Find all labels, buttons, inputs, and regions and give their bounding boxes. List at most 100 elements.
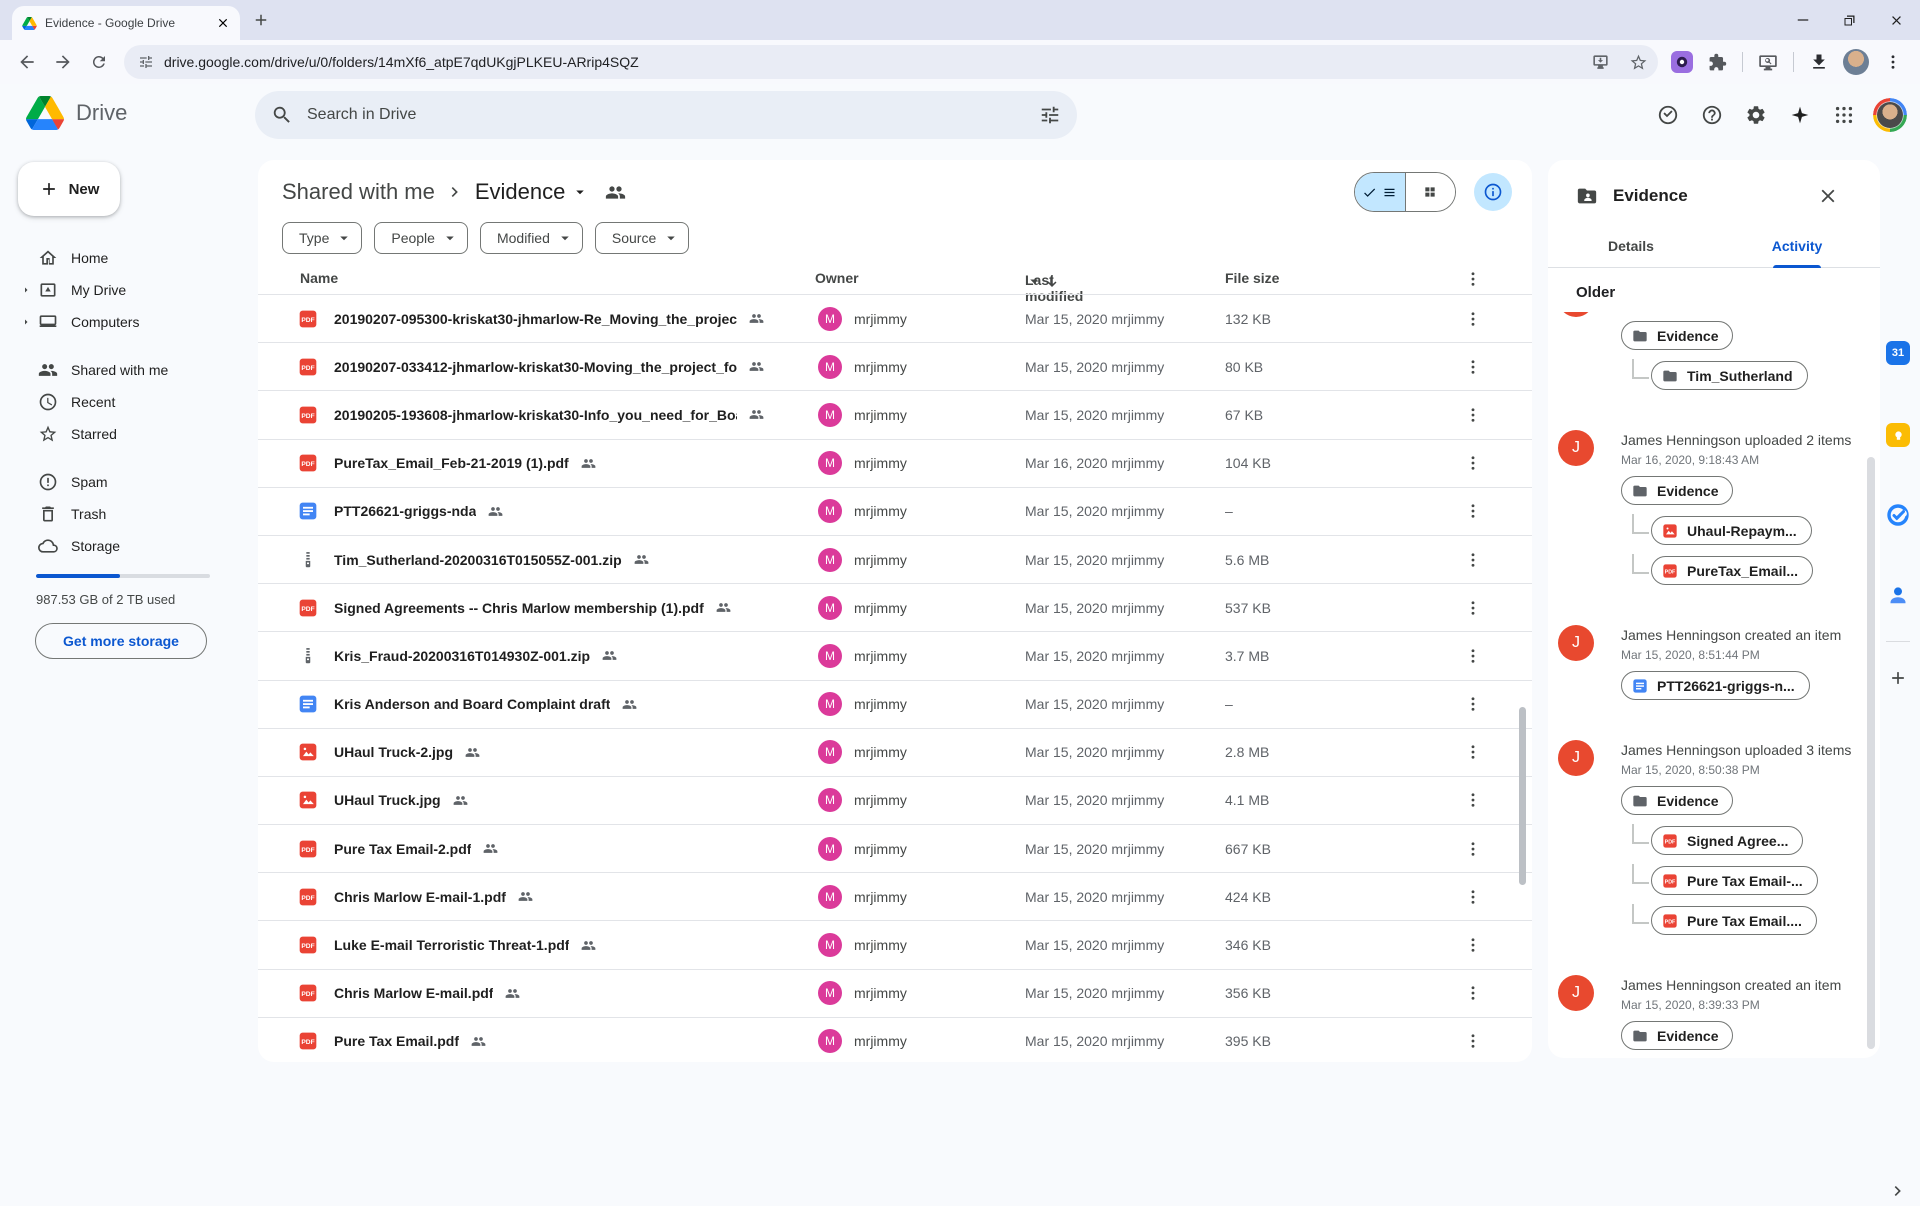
google-apps-grid-icon[interactable] bbox=[1824, 95, 1864, 135]
screen-capture-extension-icon[interactable] bbox=[1671, 51, 1693, 73]
folder-menu-caret-icon[interactable] bbox=[571, 183, 589, 201]
activity-item-chip[interactable]: Evidence bbox=[1621, 786, 1733, 815]
file-name[interactable]: PTT26621-griggs-nda bbox=[334, 503, 476, 519]
activity-item-chip[interactable]: PDFPure Tax Email-... bbox=[1651, 866, 1818, 895]
sidebar-item-shared-with-me[interactable]: Shared with me bbox=[0, 354, 258, 386]
account-avatar[interactable] bbox=[1874, 99, 1906, 131]
rail-add-icon[interactable] bbox=[1888, 668, 1908, 693]
file-name[interactable]: Pure Tax Email.pdf bbox=[334, 1033, 459, 1049]
activity-item-chip[interactable]: PDFSigned Agree... bbox=[1651, 826, 1803, 855]
activity-item-chip[interactable]: PDFPure Tax Email.... bbox=[1651, 906, 1817, 935]
window-restore-button[interactable] bbox=[1826, 0, 1873, 40]
file-list-scrollbar[interactable] bbox=[1519, 707, 1526, 885]
file-name[interactable]: UHaul Truck.jpg bbox=[334, 792, 441, 808]
file-name[interactable]: Luke E-mail Terroristic Threat-1.pdf bbox=[334, 937, 569, 953]
install-app-icon[interactable] bbox=[1586, 48, 1614, 76]
activity-item-chip[interactable]: PTT26621-griggs-n... bbox=[1621, 671, 1810, 700]
device-search-icon[interactable] bbox=[1751, 45, 1785, 79]
extensions-icon[interactable] bbox=[1700, 45, 1734, 79]
browser-menu-icon[interactable] bbox=[1876, 45, 1910, 79]
panel-close-button[interactable] bbox=[1814, 182, 1842, 210]
activity-item-chip[interactable]: Uhaul-Repaym... bbox=[1651, 516, 1812, 545]
file-name[interactable]: Pure Tax Email-2.pdf bbox=[334, 841, 471, 857]
breadcrumb-parent[interactable]: Shared with me bbox=[282, 179, 435, 205]
row-more-icon[interactable] bbox=[1464, 647, 1482, 665]
activity-item-chip[interactable]: PDFPureTax_Email... bbox=[1651, 556, 1813, 585]
keep-icon[interactable] bbox=[1886, 423, 1910, 447]
activity-item-chip[interactable]: Evidence bbox=[1621, 476, 1733, 505]
row-more-icon[interactable] bbox=[1464, 551, 1482, 569]
table-row[interactable]: PDFPureTax_Email_Feb-21-2019 (1).pdfMmrj… bbox=[258, 439, 1532, 487]
sidebar-item-trash[interactable]: Trash bbox=[0, 498, 258, 530]
header-more-icon[interactable] bbox=[1464, 270, 1482, 288]
help-icon[interactable] bbox=[1692, 95, 1732, 135]
tab-close-icon[interactable] bbox=[216, 16, 230, 30]
column-header-size[interactable]: File size bbox=[1225, 270, 1279, 286]
row-more-icon[interactable] bbox=[1464, 936, 1482, 954]
activity-panel-scrollbar[interactable] bbox=[1867, 457, 1875, 1049]
file-name[interactable]: Chris Marlow E-mail-1.pdf bbox=[334, 889, 506, 905]
sidebar-item-recent[interactable]: Recent bbox=[0, 386, 258, 418]
bookmark-star-icon[interactable] bbox=[1624, 48, 1652, 76]
sort-direction-icon[interactable] bbox=[1043, 272, 1061, 290]
table-row[interactable]: Kris Anderson and Board Complaint draftM… bbox=[258, 680, 1532, 728]
contacts-icon[interactable] bbox=[1886, 583, 1910, 612]
search-placeholder[interactable]: Search in Drive bbox=[307, 106, 1025, 124]
drive-search-bar[interactable]: Search in Drive bbox=[255, 91, 1077, 139]
table-row[interactable]: PDF20190207-095300-kriskat30-jhmarlow-Re… bbox=[258, 294, 1532, 342]
reload-button[interactable] bbox=[82, 45, 116, 79]
window-close-button[interactable] bbox=[1873, 0, 1920, 40]
sidebar-item-home[interactable]: Home bbox=[0, 242, 258, 274]
settings-gear-icon[interactable] bbox=[1736, 95, 1776, 135]
table-row[interactable]: PDFPure Tax Email-2.pdfMmrjimmyMar 15, 2… bbox=[258, 824, 1532, 872]
list-view-button[interactable] bbox=[1355, 173, 1405, 211]
tab-activity[interactable]: Activity bbox=[1714, 238, 1880, 267]
file-name[interactable]: 20190207-095300-kriskat30-jhmarlow-Re_Mo… bbox=[334, 311, 737, 327]
filter-chip-modified[interactable]: Modified bbox=[480, 222, 583, 254]
row-more-icon[interactable] bbox=[1464, 358, 1482, 376]
sidebar-item-computers[interactable]: Computers bbox=[0, 306, 258, 338]
filter-chip-people[interactable]: People bbox=[374, 222, 468, 254]
table-row[interactable]: PDFSigned Agreements -- Chris Marlow mem… bbox=[258, 583, 1532, 631]
table-row[interactable]: PDFChris Marlow E-mail.pdfMmrjimmyMar 15… bbox=[258, 969, 1532, 1017]
file-name[interactable]: Kris Anderson and Board Complaint draft bbox=[334, 696, 610, 712]
table-row[interactable]: PTT26621-griggs-ndaMmrjimmyMar 15, 2020 … bbox=[258, 487, 1532, 535]
sidebar-item-starred[interactable]: Starred bbox=[0, 418, 258, 450]
file-name[interactable]: PureTax_Email_Feb-21-2019 (1).pdf bbox=[334, 455, 569, 471]
calendar-icon[interactable]: 31 bbox=[1886, 341, 1910, 365]
rail-collapse-icon[interactable] bbox=[1888, 1181, 1908, 1206]
column-header-owner[interactable]: Owner bbox=[815, 270, 859, 286]
url-text[interactable]: drive.google.com/drive/u/0/folders/14mXf… bbox=[164, 54, 1576, 70]
file-name[interactable]: Kris_Fraud-20200316T014930Z-001.zip bbox=[334, 648, 590, 664]
sidebar-item-spam[interactable]: Spam bbox=[0, 466, 258, 498]
table-row[interactable]: PDF20190207-033412-jhmarlow-kriskat30-Mo… bbox=[258, 342, 1532, 390]
table-row[interactable]: PDF20190205-193608-jhmarlow-kriskat30-In… bbox=[258, 390, 1532, 438]
expand-caret-icon[interactable] bbox=[20, 284, 32, 296]
row-more-icon[interactable] bbox=[1464, 502, 1482, 520]
file-name[interactable]: Chris Marlow E-mail.pdf bbox=[334, 985, 493, 1001]
filter-chip-source[interactable]: Source bbox=[595, 222, 689, 254]
column-header-name[interactable]: Name bbox=[300, 270, 338, 286]
back-button[interactable] bbox=[10, 45, 44, 79]
search-icon[interactable] bbox=[271, 104, 293, 126]
sidebar-item-storage[interactable]: Storage bbox=[0, 530, 258, 562]
forward-button[interactable] bbox=[46, 45, 80, 79]
row-more-icon[interactable] bbox=[1464, 743, 1482, 761]
browser-profile-avatar[interactable] bbox=[1843, 49, 1869, 75]
activity-item-chip[interactable]: Evidence bbox=[1621, 1021, 1733, 1050]
row-more-icon[interactable] bbox=[1464, 310, 1482, 328]
get-more-storage-button[interactable]: Get more storage bbox=[35, 623, 207, 659]
window-minimize-button[interactable] bbox=[1779, 0, 1826, 40]
table-row[interactable]: Tim_Sutherland-20200316T015055Z-001.zipM… bbox=[258, 535, 1532, 583]
row-more-icon[interactable] bbox=[1464, 695, 1482, 713]
tab-details[interactable]: Details bbox=[1548, 238, 1714, 267]
table-row[interactable]: UHaul Truck-2.jpgMmrjimmyMar 15, 2020 mr… bbox=[258, 728, 1532, 776]
site-info-icon[interactable] bbox=[138, 54, 154, 70]
table-row[interactable]: UHaul Truck.jpgMmrjimmyMar 15, 2020 mrji… bbox=[258, 776, 1532, 824]
new-tab-button[interactable] bbox=[252, 11, 270, 29]
drive-brand[interactable]: Drive bbox=[26, 96, 127, 130]
row-more-icon[interactable] bbox=[1464, 984, 1482, 1002]
row-more-icon[interactable] bbox=[1464, 406, 1482, 424]
row-more-icon[interactable] bbox=[1464, 791, 1482, 809]
advanced-search-icon[interactable] bbox=[1039, 104, 1061, 126]
